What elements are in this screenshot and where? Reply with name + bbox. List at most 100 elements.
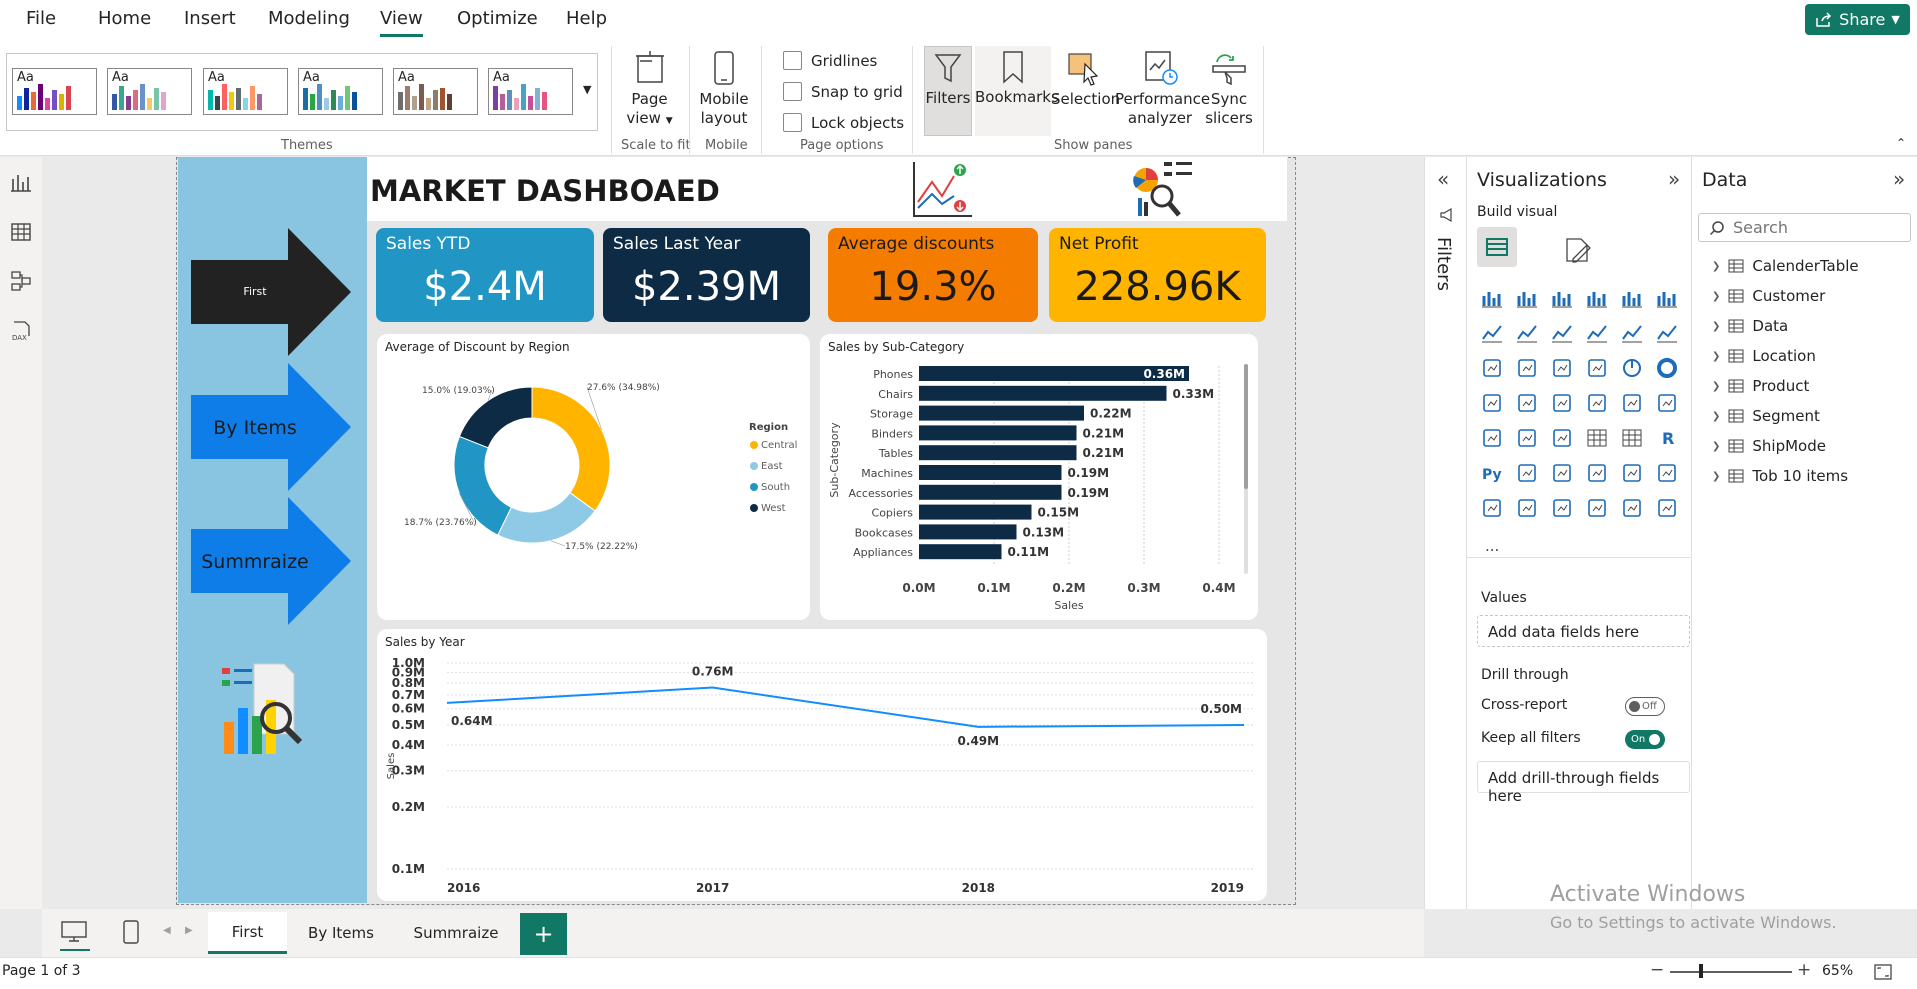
card-icon[interactable]: [1656, 392, 1678, 414]
key-influencers-icon[interactable]: [1516, 462, 1538, 484]
gridlines-checkbox[interactable]: Gridlines: [783, 51, 877, 70]
slicer-new-icon[interactable]: [1551, 497, 1573, 519]
add-page-button[interactable]: +: [520, 913, 567, 955]
line-clustered-icon[interactable]: [1656, 322, 1678, 344]
checkbox-box[interactable]: [783, 113, 802, 132]
page-view-button[interactable]: Page view ▼: [622, 50, 677, 131]
clustered-bar-icon[interactable]: [1551, 287, 1573, 309]
kpi-icon[interactable]: [1516, 427, 1538, 449]
donut-chart-card[interactable]: Average of Discount by Region 27.6% (34.…: [377, 334, 810, 620]
chevron-left-icon[interactable]: «: [1437, 167, 1449, 191]
theme-option-2[interactable]: Aa: [107, 68, 192, 115]
drill-through-field-well[interactable]: Add drill-through fields here: [1477, 761, 1690, 805]
area-chart-icon[interactable]: [1516, 322, 1538, 344]
menu-optimize[interactable]: Optimize: [457, 8, 538, 29]
values-field-well[interactable]: Add data fields here: [1477, 615, 1690, 647]
mobile-layout-icon[interactable]: [123, 920, 139, 944]
data-search-input[interactable]: [1733, 218, 1893, 237]
mobile-layout-button[interactable]: Mobile layout: [696, 50, 752, 128]
gauge-icon[interactable]: [1621, 392, 1643, 414]
menu-file[interactable]: File: [26, 8, 56, 29]
chevron-right-icon[interactable]: ❯: [1712, 471, 1720, 482]
collapse-ribbon-icon[interactable]: ⌃: [1896, 136, 1906, 150]
chevron-right-icon[interactable]: »: [1893, 167, 1905, 191]
qa-icon[interactable]: [1586, 462, 1608, 484]
pie-icon[interactable]: [1621, 357, 1643, 379]
python-visual-icon[interactable]: Py: [1481, 462, 1503, 484]
line-column-icon[interactable]: [1621, 322, 1643, 344]
report-view-icon[interactable]: [10, 171, 32, 193]
performance-analyzer-button[interactable]: Performance analyzer: [1115, 50, 1210, 128]
chevron-right-icon[interactable]: ❯: [1712, 411, 1720, 422]
table-view-icon[interactable]: [10, 221, 32, 243]
ribbon-chart-icon[interactable]: [1481, 357, 1503, 379]
share-button[interactable]: Share ▼: [1805, 4, 1910, 35]
map-icon[interactable]: [1516, 392, 1538, 414]
theme-option-1[interactable]: Aa: [12, 68, 97, 115]
paginated-report-icon[interactable]: [1481, 497, 1503, 519]
stacked-column-icon[interactable]: [1516, 287, 1538, 309]
matrix-icon[interactable]: [1621, 427, 1643, 449]
multi-row-card-icon[interactable]: [1481, 427, 1503, 449]
stacked-bar-icon[interactable]: [1481, 287, 1503, 309]
bar-chart-card[interactable]: Sales by Sub-Category 0.0M 0.1M 0.2M 0.3M 0.…: [820, 334, 1258, 620]
tab-by-items[interactable]: By Items: [292, 912, 390, 954]
100-area-icon[interactable]: [1586, 322, 1608, 344]
checkbox-box[interactable]: [783, 51, 802, 70]
donut-icon[interactable]: [1656, 357, 1678, 379]
filled-map-icon[interactable]: [1551, 392, 1573, 414]
lock-objects-checkbox[interactable]: Lock objects: [783, 113, 904, 132]
line-chart-icon[interactable]: [1481, 322, 1503, 344]
power-automate-icon[interactable]: [1621, 497, 1643, 519]
chart-scrollbar[interactable]: [1244, 364, 1248, 574]
themes-expand-icon[interactable]: ▼: [583, 83, 591, 96]
data-table-item[interactable]: ❯ Data: [1712, 317, 1788, 335]
sync-slicers-button[interactable]: Sync slicers: [1205, 50, 1253, 128]
r-visual-icon[interactable]: R: [1656, 427, 1678, 449]
scatter-icon[interactable]: [1586, 357, 1608, 379]
menu-home[interactable]: Home: [98, 8, 151, 29]
menu-modeling[interactable]: Modeling: [268, 8, 350, 29]
funnel-icon[interactable]: [1551, 357, 1573, 379]
chevron-right-icon[interactable]: ❯: [1712, 441, 1720, 452]
zoom-slider[interactable]: [1670, 971, 1792, 973]
theme-option-5[interactable]: Aa: [393, 68, 478, 115]
zoom-slider-thumb[interactable]: [1699, 964, 1703, 978]
chevron-right-icon[interactable]: ❯: [1712, 261, 1720, 272]
desktop-layout-icon[interactable]: [61, 921, 87, 943]
data-table-item[interactable]: ❯ Tob 10 items: [1712, 467, 1848, 485]
model-view-icon[interactable]: [10, 270, 32, 292]
filters-pane-collapsed[interactable]: « Filters: [1424, 157, 1466, 909]
data-table-item[interactable]: ❯ Segment: [1712, 407, 1820, 425]
theme-option-6[interactable]: Aa: [488, 68, 573, 115]
100-bar-icon[interactable]: [1621, 287, 1643, 309]
line-chart-card[interactable]: Sales by Year 1.0M 0.9M 0.8M 0.7M 0.6M 0.5M 0.…: [377, 629, 1267, 901]
goals-icon[interactable]: [1656, 462, 1678, 484]
custom-visual-icon[interactable]: [1656, 497, 1678, 519]
data-table-item[interactable]: ❯ ShipMode: [1712, 437, 1826, 455]
clustered-column-icon[interactable]: [1586, 287, 1608, 309]
card-new-icon[interactable]: [1516, 497, 1538, 519]
tab-summraize[interactable]: Summraize: [398, 912, 514, 954]
bookmarks-pane-button[interactable]: Bookmarks: [975, 46, 1059, 136]
slicer-icon[interactable]: [1551, 427, 1573, 449]
scroll-left-icon[interactable]: ◀: [163, 925, 171, 936]
data-table-item[interactable]: ❯ Product: [1712, 377, 1809, 395]
keep-all-filters-toggle[interactable]: On: [1625, 730, 1665, 749]
azure-map-icon[interactable]: [1586, 392, 1608, 414]
chevron-right-icon[interactable]: ❯: [1712, 291, 1720, 302]
theme-option-3[interactable]: Aa: [203, 68, 288, 115]
table-icon[interactable]: [1586, 427, 1608, 449]
chevron-right-icon[interactable]: ❯: [1712, 321, 1720, 332]
dax-query-view-icon[interactable]: DAX: [10, 319, 32, 343]
waterfall-icon[interactable]: [1516, 357, 1538, 379]
chevron-right-icon[interactable]: ❯: [1712, 351, 1720, 362]
scroll-right-icon[interactable]: ▶: [185, 925, 193, 936]
menu-view[interactable]: View: [380, 8, 423, 37]
narrative-icon[interactable]: [1621, 462, 1643, 484]
checkbox-box[interactable]: [783, 82, 802, 101]
more-visuals-icon[interactable]: ...: [1485, 537, 1499, 555]
filters-pane-button[interactable]: Filters: [924, 46, 972, 136]
stacked-area-icon[interactable]: [1551, 322, 1573, 344]
fit-to-page-icon[interactable]: [1874, 964, 1892, 980]
